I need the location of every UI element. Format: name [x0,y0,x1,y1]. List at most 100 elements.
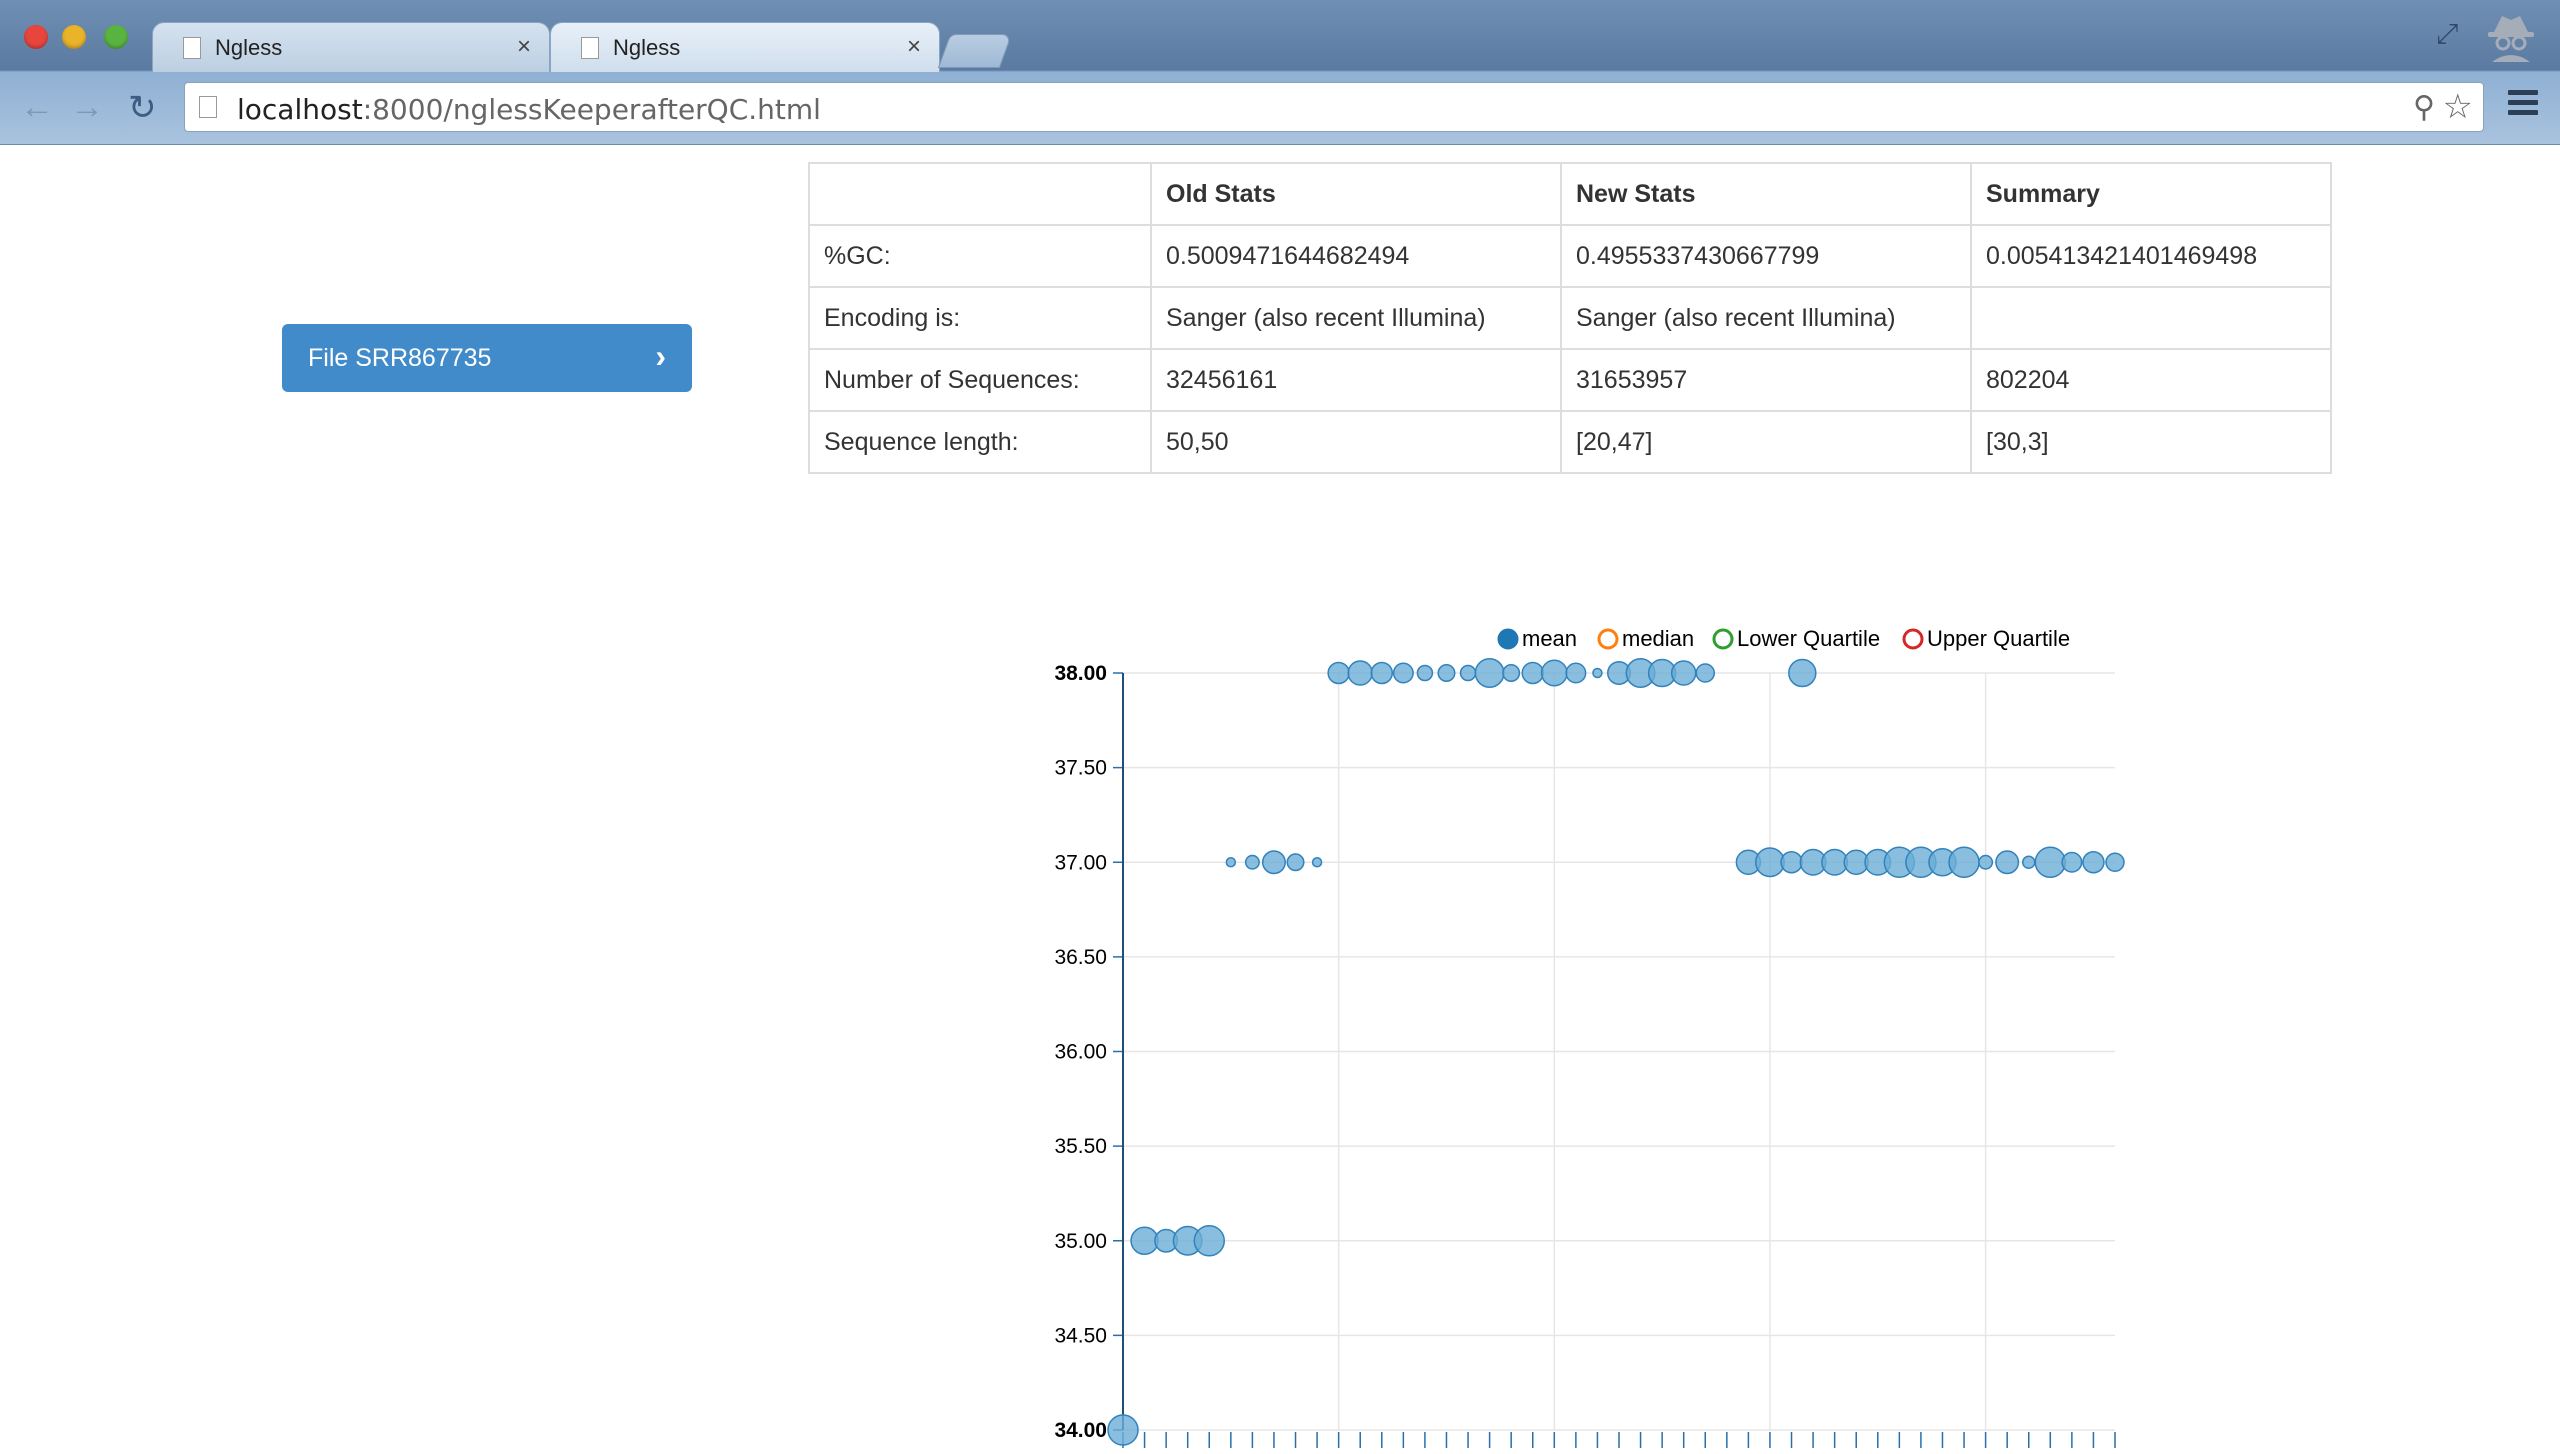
browser-tab-2-active[interactable]: Ngless × [550,22,940,72]
file-button[interactable]: File SRR867735 › [282,324,692,392]
data-point [1995,850,2020,875]
data-point [2034,846,2067,878]
table-cell: 32456161 [1150,348,1562,412]
table-header-row: Old Stats New Stats Summary [808,162,2332,226]
star-icon[interactable]: ☆ [2443,87,2473,127]
url-path: :8000/nglessKeeperafterQC.html [362,93,821,126]
table-cell: Number of Sequences: [808,348,1152,412]
close-tab-icon[interactable]: × [907,33,921,61]
forward-button[interactable]: → [70,88,104,127]
y-tick-label: 38.00 [1054,662,1107,685]
window-maximize-button[interactable] [104,25,128,49]
data-point [2021,855,2036,869]
table-cell: %GC: [808,224,1152,288]
data-point [1540,659,1568,687]
data-point [1107,1414,1139,1446]
y-tick-label: 34.50 [1054,1324,1107,1347]
file-button-label: File SRR867735 [308,344,492,372]
page-icon [199,96,217,118]
window-close-button[interactable] [24,25,48,49]
hamburger-menu-icon[interactable] [2508,90,2538,120]
fullscreen-icon[interactable]: ⤢ [2436,18,2458,51]
data-point [1193,1225,1226,1257]
table-cell: 50,50 [1150,410,1562,474]
y-tick-label: 36.00 [1054,1041,1107,1064]
legend-label: Lower Quartile [1737,626,1880,651]
window-minimize-button[interactable] [62,25,86,49]
incognito-icon [2488,16,2534,62]
data-point [1225,857,1237,868]
y-tick-label: 35.00 [1054,1230,1107,1253]
zoom-icon[interactable]: ⚲ [2413,90,2435,125]
header-cell: New Stats [1560,162,1972,226]
legend-marker [1712,628,1734,650]
page-icon [183,37,201,59]
table-row: Sequence length: 50,50 [20,47] [30,3] [808,410,2332,474]
table-cell: 802204 [1970,348,2332,412]
header-cell [808,162,1152,226]
y-tick-label: 34.00 [1054,1419,1107,1442]
legend-marker [1597,628,1619,650]
y-tick-label: 36.50 [1054,946,1107,969]
data-point [1978,854,1994,870]
table-cell: 0.5009471644682494 [1150,224,1562,288]
data-point [1521,661,1544,685]
data-point [2061,851,2083,873]
data-point [1437,664,1456,682]
data-point [1244,854,1260,870]
y-tick-label: 35.50 [1054,1135,1107,1158]
page-icon [581,37,599,59]
new-tab-button[interactable] [937,34,1013,68]
table-row: %GC: 0.5009471644682494 0.49553374306677… [808,224,2332,288]
table-cell: Sanger (also recent Illumina) [1150,286,1562,350]
data-point [1780,851,1803,874]
table-cell: Sanger (also recent Illumina) [1560,286,1972,350]
legend-label: mean [1522,626,1577,651]
header-cell: Summary [1970,162,2332,226]
data-point [2082,851,2105,874]
y-tick-label: 37.50 [1054,757,1107,780]
tab-title: Ngless [215,35,283,60]
close-tab-icon[interactable]: × [517,33,531,61]
browser-toolbar: ← → ↻ localhost:8000/nglessKeeperafterQC… [0,72,2560,142]
y-tick-label: 37.00 [1054,851,1107,874]
table-cell: 0.4955337430667799 [1560,224,1972,288]
table-row: Encoding is: Sanger (also recent Illumin… [808,286,2332,350]
data-point [1286,853,1305,872]
table-row: Number of Sequences: 32456161 31653957 8… [808,348,2332,412]
address-bar[interactable]: localhost:8000/nglessKeeperafterQC.html … [184,82,2484,132]
browser-tab-1[interactable]: Ngless × [152,22,550,72]
browser-chrome: Ngless × Ngless × ⤢ ← → ↻ localhost:8000… [0,0,2560,145]
data-point [1565,662,1587,684]
data-point [1695,663,1716,683]
table-cell: 31653957 [1560,348,1972,412]
legend-marker [1497,628,1519,650]
data-point [1502,664,1521,682]
tab-title: Ngless [613,35,681,60]
data-point [1261,850,1286,875]
table-cell: 0.005413421401469498 [1970,224,2332,288]
stats-table: Old Stats New Stats Summary %GC: 0.50094… [808,162,2332,474]
data-point [1327,661,1350,685]
legend-label: median [1622,626,1694,651]
table-cell [1970,286,2332,350]
back-button[interactable]: ← [20,88,54,127]
data-point [1948,846,1980,878]
reload-button[interactable]: ↻ [128,88,157,128]
table-cell: Sequence length: [808,410,1152,474]
data-point [1670,660,1697,686]
legend-label: Upper Quartile [1927,626,2070,651]
table-cell: [20,47] [1560,410,1972,474]
data-point [1754,847,1785,878]
data-point [2105,852,2125,872]
data-point [1130,1226,1159,1255]
url-host: localhost [237,93,363,126]
chevron-right-icon: › [655,338,666,374]
data-point [1788,658,1817,688]
table-cell: [30,3] [1970,410,2332,474]
data-point [1370,661,1394,685]
url-text[interactable]: localhost:8000/nglessKeeperafterQC.html [237,93,821,126]
data-point [1392,662,1414,684]
data-point [1474,658,1505,688]
legend-marker [1902,628,1924,650]
